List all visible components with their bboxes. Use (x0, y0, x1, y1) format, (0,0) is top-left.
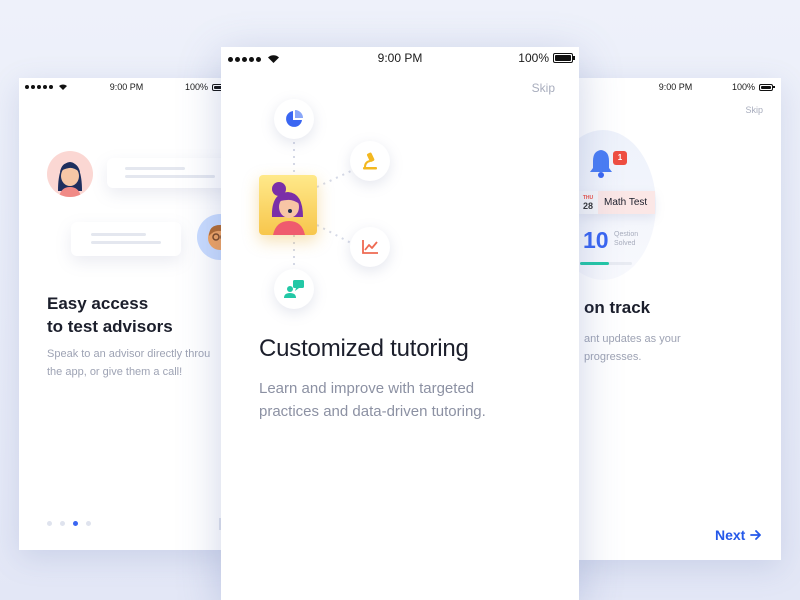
next-button[interactable]: Next (715, 527, 762, 543)
page-dot-active[interactable] (73, 521, 78, 526)
chat-user-node (274, 269, 314, 309)
next-label: Next (715, 527, 746, 543)
page-dot[interactable] (86, 521, 91, 526)
calendar-date: THU 28 (578, 191, 598, 214)
screen-title: Easy access to test advisors (47, 294, 173, 336)
tutor-avatar-card (259, 175, 317, 235)
screen-title: Customized tutoring (259, 335, 469, 362)
screen-title: on track (584, 298, 651, 317)
screen-description: ant updates as your progresses. (584, 333, 681, 363)
onboarding-screen-advisors: 9:00 PM 100% Easy access to test advisor… (19, 78, 234, 550)
questions-count: 10 (583, 227, 609, 253)
page-indicator (47, 521, 91, 526)
status-bar: 9:00 PM 100% (19, 78, 234, 96)
page-dot[interactable] (60, 521, 65, 526)
screen-description: Learn and improve with targeted practice… (259, 380, 486, 420)
progress-bar-fill (580, 262, 609, 265)
battery-percent: 100% (731, 82, 755, 92)
advisor-avatar-female (47, 151, 93, 197)
battery-icon (759, 83, 775, 91)
notification-badge: 1 (613, 151, 627, 165)
pie-chart-node (274, 99, 314, 139)
pie-chart-icon (286, 110, 303, 127)
calendar-event-name: Math Test (598, 191, 655, 214)
screen-description: Speak to an advisor directly throu the a… (47, 348, 211, 378)
questions-label: Qestion Solved (614, 231, 639, 247)
microscope-icon (363, 152, 377, 170)
bell-icon (588, 148, 614, 183)
page-dot[interactable] (47, 521, 52, 526)
chat-user-icon (284, 280, 304, 298)
battery-indicator: 100% (731, 82, 775, 92)
battery-indicator: 100% (184, 82, 228, 92)
tutor-avatar-icon (271, 182, 305, 235)
calendar-event-card: THU 28 Math Test (578, 191, 655, 214)
line-chart-icon (362, 240, 378, 254)
microscope-node (350, 141, 390, 181)
battery-percent: 100% (184, 82, 208, 92)
onboarding-screen-track: 9:00 PM 100% Skip 1 THU 28 Math Test 10 … (570, 78, 781, 560)
progress-bar (580, 262, 632, 265)
skip-button[interactable]: Skip (745, 105, 763, 115)
chat-bubble (107, 158, 234, 188)
chat-bubble (71, 222, 181, 256)
arrow-right-icon (750, 530, 762, 540)
status-bar: 9:00 PM 100% (570, 78, 781, 96)
onboarding-screen-tutoring: 9:00 PM 100% Skip Customized tutoring Le… (221, 47, 579, 600)
line-chart-node (350, 227, 390, 267)
